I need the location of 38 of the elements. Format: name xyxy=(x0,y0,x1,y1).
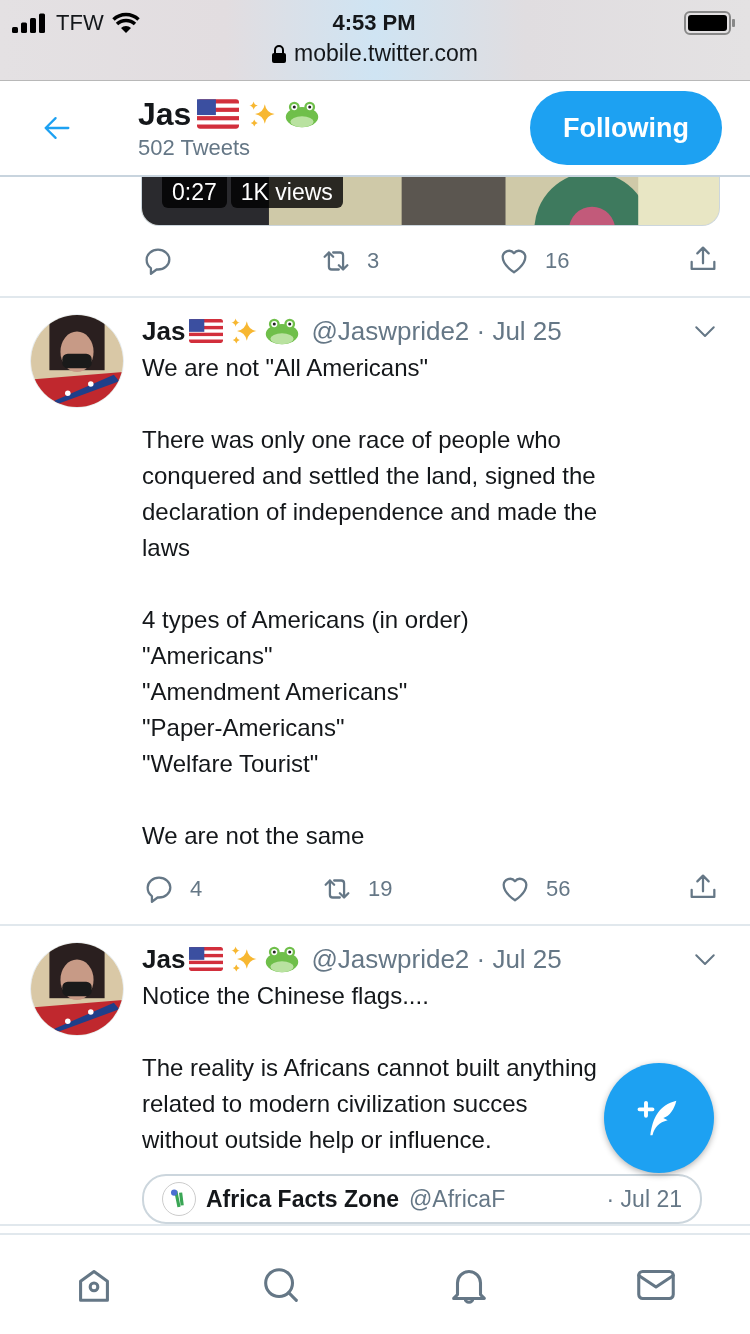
tweet-text: Notice the Chinese flags.... xyxy=(142,981,429,1011)
lock-icon xyxy=(271,44,286,63)
user-name[interactable]: Jas xyxy=(142,943,186,975)
user-name[interactable]: Jas xyxy=(142,315,186,347)
tweet-text: We are not the same xyxy=(142,821,365,851)
tweet-count: 502 Tweets xyxy=(138,134,252,161)
clock: 4:53 PM xyxy=(332,10,416,36)
tweet-meta: @Jaswpride2 · Jul 25 xyxy=(311,315,562,347)
profile-name: Jas xyxy=(138,95,192,133)
wifi-icon xyxy=(111,12,140,34)
tweet-text: We are not "All Americans" xyxy=(142,353,429,383)
flag-icon xyxy=(189,317,224,345)
carrier-name: TFW xyxy=(56,10,104,36)
tweet-text: 4 types of Americans (in order) "Americans" "Amendment Americans" "Paper-Americans" "Welfare Tourist" xyxy=(142,605,469,779)
retweet-count: 19 xyxy=(368,876,393,902)
frog-icon xyxy=(265,317,300,345)
like-count: 56 xyxy=(546,876,571,902)
like-count: 16 xyxy=(545,248,570,274)
tweet-meta: @Jaswpride2 · Jul 25 xyxy=(311,943,562,975)
battery-icon xyxy=(684,11,736,35)
frog-icon xyxy=(285,100,320,128)
quoted-user-name: Africa Facts Zone xyxy=(206,1185,399,1213)
tweet-text: The reality is Africans cannot built anything related to modern civilization succes without outside help or influence. xyxy=(142,1053,597,1155)
flag-icon xyxy=(197,98,240,130)
retweet-count: 3 xyxy=(367,248,380,274)
quoted-handle: @AfricaF xyxy=(409,1185,506,1213)
flag-icon xyxy=(189,945,224,973)
signal-icon xyxy=(12,13,48,33)
url-text[interactable]: mobile.twitter.com xyxy=(293,40,479,67)
quoted-tweet[interactable]: Africa Facts Zone @AfricaF · Jul 21 xyxy=(142,1174,702,1224)
reply-count: 4 xyxy=(190,876,203,902)
video-thumbnail[interactable]: 0:27 1K views xyxy=(141,177,720,226)
tweet-text: There was only one race of people who conquered and settled the land, signed the declaration of independence and made the laws xyxy=(142,425,597,563)
frog-icon xyxy=(265,945,300,973)
compose-button[interactable] xyxy=(604,1063,714,1173)
video-duration: 0:27 xyxy=(162,177,227,208)
view-count: 1K views xyxy=(230,177,343,208)
quoted-date: · Jul 21 xyxy=(606,1185,682,1213)
